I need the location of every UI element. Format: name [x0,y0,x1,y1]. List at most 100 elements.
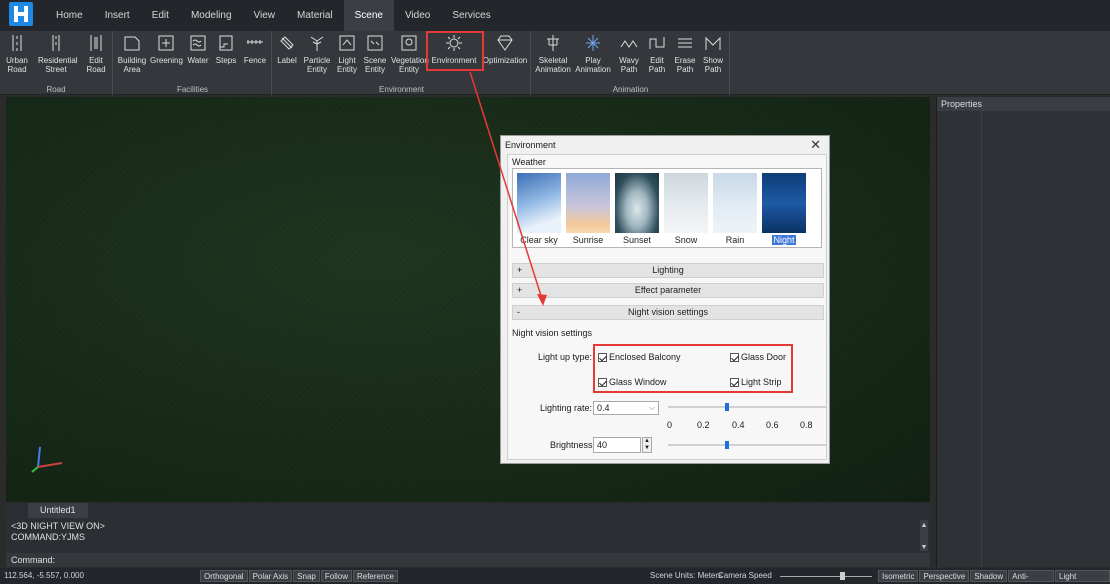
water-button[interactable]: Water [186,33,210,65]
tab-edit[interactable]: Edit [141,0,180,31]
light-entity-button[interactable]: Light Entity [335,33,359,74]
close-icon[interactable]: ✕ [810,137,821,153]
command-history-line: COMMAND:YJMS [11,532,85,542]
night-selected-label: Night [772,235,796,245]
label-icon [277,33,297,53]
skeletal-animation-button[interactable]: Skeletal Animation [534,33,572,74]
building-area-icon [122,33,142,53]
fence-button[interactable]: Fence [242,33,268,65]
edit-road-button[interactable]: Edit Road [82,33,110,74]
effect-parameter-section-label: Effect parameter [634,285,702,295]
label-button[interactable]: Label [275,33,299,65]
brightness-slider-thumb[interactable] [724,441,729,449]
play-animation-icon [583,33,603,53]
follow-toggle[interactable]: Follow [320,570,352,582]
light-projection-toggle[interactable]: Light Projection [1055,570,1110,582]
tab-insert[interactable]: Insert [94,0,141,31]
tab-material[interactable]: Material [286,0,344,31]
night-vision-section-header[interactable]: - Night vision settings [512,305,824,320]
clear-sky-thumbnail[interactable] [517,173,561,233]
fence-label: Fence [243,56,267,65]
brightness-input[interactable]: 40 [593,437,641,453]
weather-label: Weather [512,157,546,167]
optimization-button[interactable]: Optimization [481,33,529,65]
play-animation-label: Play Animation [575,56,611,74]
steps-icon [216,33,236,53]
particle-entity-button[interactable]: Particle Entity [303,33,331,74]
lighting-rate-value: 0.4 [597,403,610,413]
residential-street-button[interactable]: Residential Street [38,33,78,74]
particle-icon [307,33,327,53]
tab-scene[interactable]: Scene [343,0,394,31]
brightness-spinner[interactable]: ▲ ▼ [642,437,652,453]
command-input[interactable]: Command: [6,553,930,567]
show-path-button[interactable]: Show Path [700,33,726,74]
urban-road-button[interactable]: Urban Road [2,33,32,74]
sunset-thumbnail[interactable] [615,173,659,233]
night-vision-title: Night vision settings [512,328,593,338]
skeletal-animation-label: Skeletal Animation [535,56,571,74]
steps-button[interactable]: Steps [214,33,238,65]
axis-gizmo-icon [31,446,63,473]
edit-road-icon [86,33,106,53]
lighting-section-header[interactable]: + Lighting [512,263,824,278]
statusbar: 112.564, -5.557, 0.000 Orthogonal Polar … [0,568,1110,584]
building-area-button[interactable]: Building Area [116,33,148,74]
dialog-content: Weather Clear sky Sunrise Sunset Snow Ra… [507,154,827,460]
expand-icon: + [517,285,523,295]
lighting-rate-label: Lighting rate: [540,403,593,413]
sunrise-thumbnail[interactable] [566,173,610,233]
perspective-toggle[interactable]: Perspective [919,570,970,582]
tab-modeling[interactable]: Modeling [180,0,243,31]
brightness-slider-track[interactable] [668,444,826,446]
ribbon-group-road: Urban Road Residential Street Edit Road … [0,31,113,95]
sunset-label: Sunset [622,235,652,245]
snow-thumbnail[interactable] [664,173,708,233]
wavy-path-button[interactable]: Wavy Path [616,33,642,74]
effect-parameter-section-header[interactable]: + Effect parameter [512,283,824,298]
steps-label: Steps [215,56,237,65]
edit-path-icon [647,33,667,53]
environment-dialog: Environment ✕ Weather Clear sky Sunrise … [500,135,830,464]
scene-entity-icon [365,33,385,53]
camera-speed-slider[interactable] [840,572,845,580]
scene-entity-button[interactable]: Scene Entity [363,33,387,74]
command-history: <3D NIGHT VIEW ON> COMMAND:YJMS ▲ ▼ [6,518,930,553]
ribbon-group-label-animation: Animation [612,85,649,94]
diamond-icon [495,33,515,53]
building-area-label: Building Area [117,56,147,74]
command-scrollbar[interactable]: ▲ ▼ [920,520,928,551]
shadow-toggle[interactable]: Shadow [970,570,1008,582]
document-tab[interactable]: Untitled1 [28,503,88,518]
water-label: Water [187,56,209,65]
snap-toggle[interactable]: Snap [293,570,320,582]
polar-axis-toggle[interactable]: Polar Axis [248,570,293,582]
play-animation-button[interactable]: Play Animation [574,33,612,74]
clear-sky-label: Clear sky [520,235,558,245]
edit-path-button[interactable]: Edit Path [644,33,670,74]
isometric-toggle[interactable]: Isometric [878,570,919,582]
expand-icon: + [517,265,523,275]
night-thumbnail[interactable] [762,173,806,233]
tab-view[interactable]: View [243,0,287,31]
scene-entity-label: Scene Entity [363,56,387,74]
lighting-rate-select[interactable]: 0.4 ⌵ [593,401,659,415]
orthogonal-toggle[interactable]: Orthogonal [200,570,248,582]
tab-services[interactable]: Services [441,0,501,31]
lighting-rate-slider-thumb[interactable] [724,403,729,411]
app-window: Home Insert Edit Modeling View Material … [0,0,1110,584]
tab-home[interactable]: Home [45,0,94,31]
tab-video[interactable]: Video [394,0,441,31]
reference-toggle[interactable]: Reference [352,570,398,582]
snap-buttons: Orthogonal Polar Axis Snap Follow Refere… [200,570,398,582]
ribbon: Urban Road Residential Street Edit Road … [0,31,1110,95]
light-entity-label: Light Entity [336,56,357,74]
erase-path-button[interactable]: Erase Path [672,33,698,74]
lighting-section-label: Lighting [652,265,684,275]
vegetation-entity-button[interactable]: Vegetation Entity [391,33,429,74]
anti-aliasing-toggle[interactable]: Anti-Aliasing [1008,570,1055,582]
rain-thumbnail[interactable] [713,173,757,233]
greening-button[interactable]: Greening [150,33,183,65]
lighting-rate-slider-track[interactable] [668,406,826,408]
erase-path-label: Erase Path [674,56,696,74]
